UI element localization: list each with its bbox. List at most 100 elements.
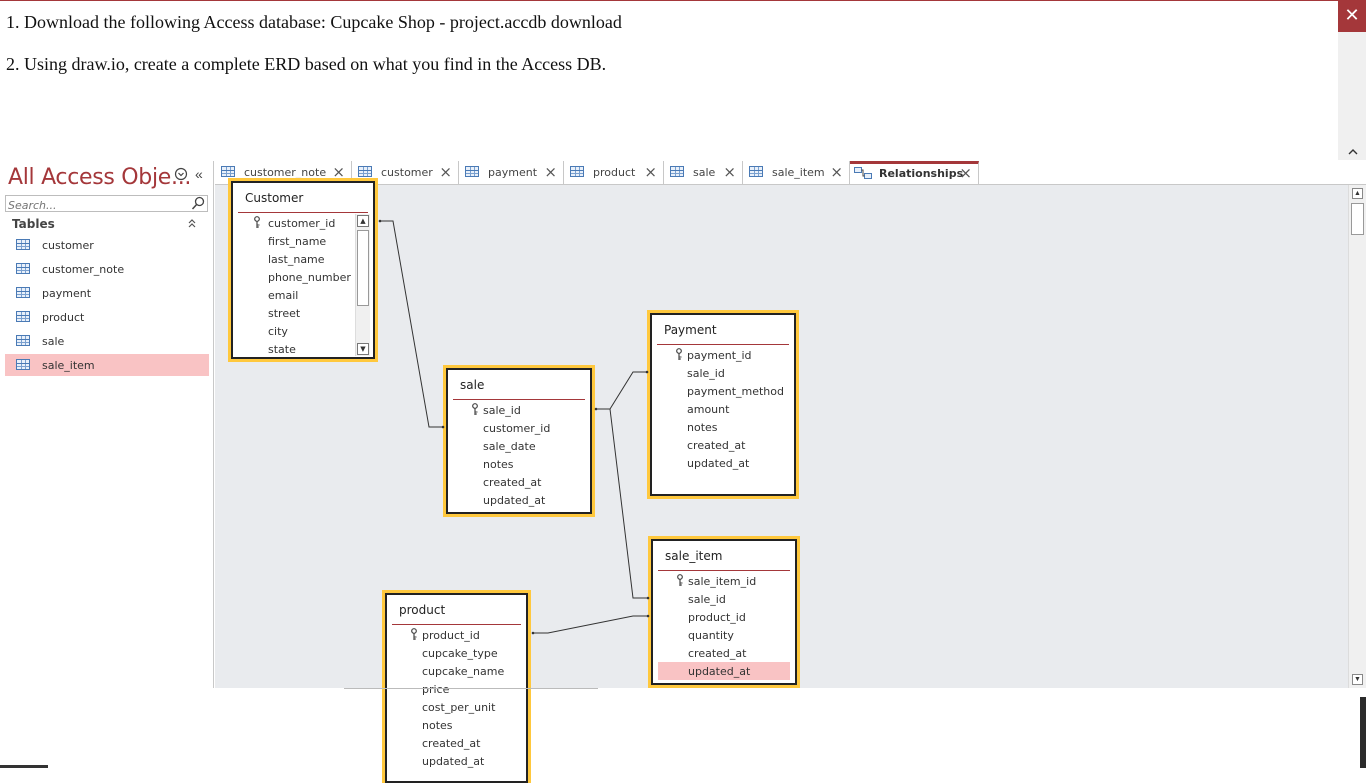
nav-pane-title[interactable]: All Access Obje...: [8, 165, 191, 190]
field-customer-id[interactable]: customer_id: [453, 419, 585, 437]
field-first-name[interactable]: first_name: [238, 232, 368, 250]
nav-item-customer-note[interactable]: customer_note: [5, 258, 209, 280]
primary-key-icon: [675, 348, 683, 361]
field-sale-date[interactable]: sale_date: [453, 437, 585, 455]
nav-item-sale-item[interactable]: sale_item: [5, 354, 209, 376]
close-tab-icon[interactable]: ×: [332, 163, 345, 181]
field-customer-id[interactable]: customer_id: [238, 214, 368, 232]
field-name: phone_number: [268, 271, 351, 284]
table-header-divider: [658, 570, 790, 571]
field-updated-at[interactable]: updated_at: [453, 491, 585, 509]
nav-item-sale[interactable]: sale: [5, 330, 209, 352]
nav-item-product[interactable]: product: [5, 306, 209, 328]
field-street[interactable]: street: [238, 304, 368, 322]
field-sale-item-id[interactable]: sale_item_id: [658, 572, 790, 590]
field-name: created_at: [688, 647, 747, 660]
scroll-down-icon[interactable]: ▼: [357, 343, 369, 355]
field-name: sale_id: [687, 367, 725, 380]
tables-group-header[interactable]: Tables: [12, 217, 55, 231]
shutter-bar-close-icon[interactable]: «: [195, 166, 203, 182]
scroll-thumb[interactable]: [1351, 203, 1364, 235]
field-updated-at[interactable]: updated_at: [657, 454, 789, 472]
scroll-down-icon[interactable]: ▼: [1352, 674, 1363, 685]
field-amount[interactable]: amount: [657, 400, 789, 418]
field-name: sale_id: [688, 593, 726, 606]
tab-relationships[interactable]: Relationships ×: [850, 161, 979, 184]
table-title[interactable]: sale: [460, 378, 484, 392]
field-name: cupcake_name: [422, 665, 505, 678]
canvas-vertical-scrollbar[interactable]: ▲ ▼: [1348, 185, 1366, 688]
table-icon: [16, 263, 30, 274]
field-quantity[interactable]: quantity: [658, 626, 790, 644]
field-last-name[interactable]: last_name: [238, 250, 368, 268]
field-notes[interactable]: notes: [657, 418, 789, 436]
nav-menu-dropdown-icon[interactable]: [174, 167, 188, 184]
close-icon[interactable]: ✕: [1338, 0, 1366, 32]
table-title[interactable]: Payment: [664, 323, 717, 337]
table-sale[interactable]: sale sale_id customer_id sale_date notes…: [446, 368, 592, 514]
table-customer[interactable]: Customer customer_id first_name last_nam…: [231, 181, 375, 359]
field-name: notes: [483, 458, 514, 471]
field-notes[interactable]: notes: [392, 716, 521, 734]
scroll-up-icon[interactable]: ▲: [1352, 188, 1363, 199]
field-price[interactable]: price: [392, 680, 521, 698]
field-name: sale_id: [483, 404, 521, 417]
field-list-scrollbar[interactable]: ▲ ▼: [355, 214, 370, 356]
close-tab-icon[interactable]: ×: [544, 163, 557, 181]
table-payment[interactable]: Payment payment_id sale_id payment_metho…: [650, 313, 796, 496]
search-icon[interactable]: [191, 196, 205, 211]
field-created-at[interactable]: created_at: [453, 473, 585, 491]
nav-search-input[interactable]: [6, 198, 188, 213]
collapse-ribbon-icon[interactable]: [1348, 144, 1358, 158]
field-sale-id[interactable]: sale_id: [658, 590, 790, 608]
field-name: customer_id: [483, 422, 551, 435]
document-tab-bar: customer_note × customer × payment × pro…: [215, 161, 1366, 185]
field-product-id[interactable]: product_id: [658, 608, 790, 626]
field-sale-id[interactable]: sale_id: [657, 364, 789, 382]
tab-sale[interactable]: sale ×: [664, 161, 743, 184]
field-created-at[interactable]: created_at: [392, 734, 521, 752]
field-email[interactable]: email: [238, 286, 368, 304]
banner-side-strip: [1338, 32, 1366, 160]
close-tab-icon[interactable]: ×: [644, 163, 657, 181]
nav-search-box[interactable]: [5, 195, 208, 213]
field-name: product_id: [422, 629, 480, 642]
field-sale-id[interactable]: sale_id: [453, 401, 585, 419]
close-tab-icon[interactable]: ×: [439, 163, 452, 181]
table-sale-item[interactable]: sale_item sale_item_id sale_id product_i…: [651, 539, 797, 685]
table-header-divider: [392, 624, 521, 625]
field-updated-at[interactable]: updated_at: [658, 662, 790, 680]
scroll-up-icon[interactable]: ▲: [357, 215, 369, 227]
scroll-thumb[interactable]: [357, 230, 369, 306]
table-title[interactable]: sale_item: [665, 549, 722, 563]
field-name: price: [422, 683, 450, 696]
field-updated-at[interactable]: updated_at: [392, 752, 521, 770]
close-tab-icon[interactable]: ×: [830, 163, 843, 181]
nav-item-payment[interactable]: payment: [5, 282, 209, 304]
field-notes[interactable]: notes: [453, 455, 585, 473]
table-title[interactable]: Customer: [245, 191, 303, 205]
field-product-id[interactable]: product_id: [392, 626, 521, 644]
field-cupcake-type[interactable]: cupcake_type: [392, 644, 521, 662]
field-name: notes: [422, 719, 453, 732]
field-state[interactable]: state: [238, 340, 368, 358]
tab-payment[interactable]: payment ×: [459, 161, 564, 184]
close-tab-icon[interactable]: ×: [723, 163, 736, 181]
tab-product[interactable]: product ×: [564, 161, 664, 184]
close-tab-icon[interactable]: ×: [959, 164, 972, 182]
collapse-group-icon[interactable]: [188, 219, 196, 231]
field-city[interactable]: city: [238, 322, 368, 340]
nav-item-customer[interactable]: customer: [5, 234, 209, 256]
field-payment-id[interactable]: payment_id: [657, 346, 789, 364]
field-created-at[interactable]: created_at: [657, 436, 789, 454]
relationships-icon: [854, 167, 872, 179]
field-cost-per-unit[interactable]: cost_per_unit: [392, 698, 521, 716]
tab-sale-item[interactable]: sale_item ×: [743, 161, 850, 184]
field-name: updated_at: [422, 755, 485, 768]
field-cupcake-name[interactable]: cupcake_name: [392, 662, 521, 680]
field-payment-method[interactable]: payment_method: [657, 382, 789, 400]
field-phone-number[interactable]: phone_number: [238, 268, 368, 286]
field-name: cupcake_type: [422, 647, 498, 660]
table-title[interactable]: product: [399, 603, 445, 617]
field-created-at[interactable]: created_at: [658, 644, 790, 662]
